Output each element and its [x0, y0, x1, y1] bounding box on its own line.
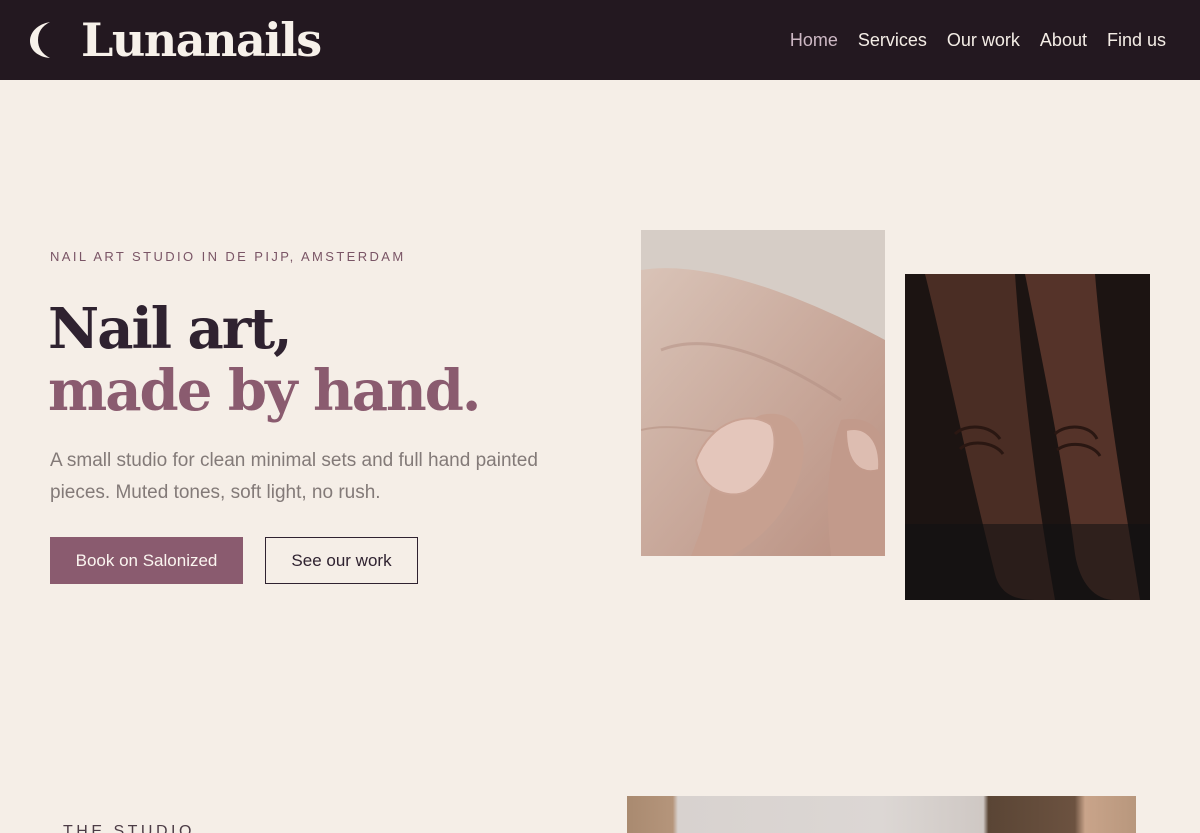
book-on-salonized-button[interactable]: Book on Salonized [50, 537, 243, 584]
nav-link-home[interactable]: Home [790, 30, 838, 51]
manicured-hand-photo [641, 230, 885, 556]
hero-headline: Nail art, made by hand. [48, 296, 481, 424]
nav-link-find-us[interactable]: Find us [1107, 30, 1166, 51]
hero-description: A small studio for clean minimal sets an… [50, 450, 538, 503]
hero-headline-line-2: made by hand. [48, 358, 481, 424]
nav-link-our-work[interactable]: Our work [947, 30, 1020, 51]
site-header: Lunanails Home Services Our work About F… [0, 0, 1200, 80]
nav-link-services[interactable]: Services [858, 30, 927, 51]
moon-logo-icon [30, 22, 50, 58]
brand-home-link[interactable]: Lunanails [28, 12, 322, 68]
hero-headline-line-1: Nail art, [48, 296, 293, 362]
studio-interior-photo [627, 796, 1136, 833]
dark-skin-hand-photo [905, 274, 1150, 600]
main-nav: Home Services Our work About Find us [770, 0, 1166, 80]
see-our-work-button[interactable]: See our work [265, 537, 418, 584]
hero-eyebrow: NAIL ART STUDIO IN DE PIJP, AMSTERDAM [50, 249, 406, 264]
nav-link-about[interactable]: About [1040, 30, 1087, 51]
studio-eyebrow: THE STUDIO [63, 823, 195, 833]
brand-wordmark: Lunanails [81, 13, 322, 67]
